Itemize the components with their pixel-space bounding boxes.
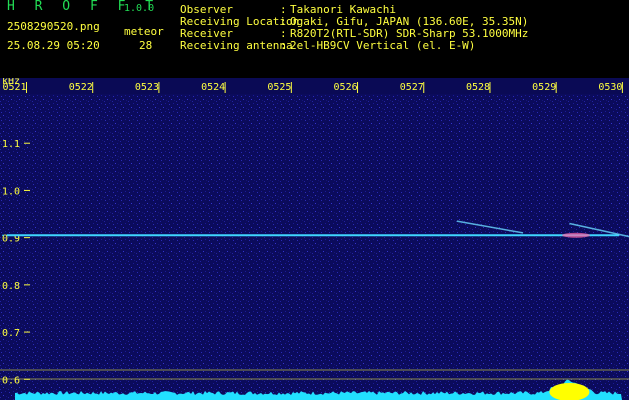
datetime-stamp: 25.08.29 05:20	[7, 39, 100, 52]
antenna-value: 2el-HB9CV Vertical (el. E-W)	[290, 39, 476, 52]
x-tick-label: 0530	[598, 82, 622, 93]
x-tick-label: 0529	[532, 82, 556, 93]
y-tick-label: 0.6	[2, 375, 20, 386]
image-filename: 2508290520.png	[7, 20, 100, 33]
y-tick-label: 0.7	[2, 328, 20, 339]
antenna-sep: :	[280, 39, 287, 52]
x-tick-label: 0527	[400, 82, 424, 93]
x-tick-label: 0521	[2, 82, 26, 93]
spectrogram-canvas: kHz 0521 0522 0523 0524 0525 0526 0527 0528 0529…	[0, 78, 629, 400]
meteor-label: meteor	[124, 25, 164, 38]
spectrogram-plot: kHz 0521 0522 0523 0524 0525 0526 0527 0528 0529…	[0, 78, 629, 400]
meteor-echo-head	[562, 232, 591, 238]
x-tick-label: 0523	[135, 82, 159, 93]
y-tick-label: 0.8	[2, 281, 20, 292]
meteor-count: 28	[139, 39, 153, 52]
x-tick-label: 0524	[201, 82, 225, 93]
plot-background	[0, 78, 629, 400]
x-tick-label: 0528	[466, 82, 490, 93]
app-version: 1.0.0	[124, 3, 155, 14]
y-tick-label: 1.1	[2, 139, 20, 150]
x-tick-label: 0522	[69, 82, 93, 93]
header-panel: H R O F F T 1.0.0 2508290520.png meteor …	[0, 0, 629, 78]
antenna-label: Receiving antenna	[180, 39, 293, 52]
x-tick-label: 0525	[267, 82, 291, 93]
x-tick-label: 0526	[334, 82, 358, 93]
y-tick-label: 1.0	[2, 186, 20, 197]
